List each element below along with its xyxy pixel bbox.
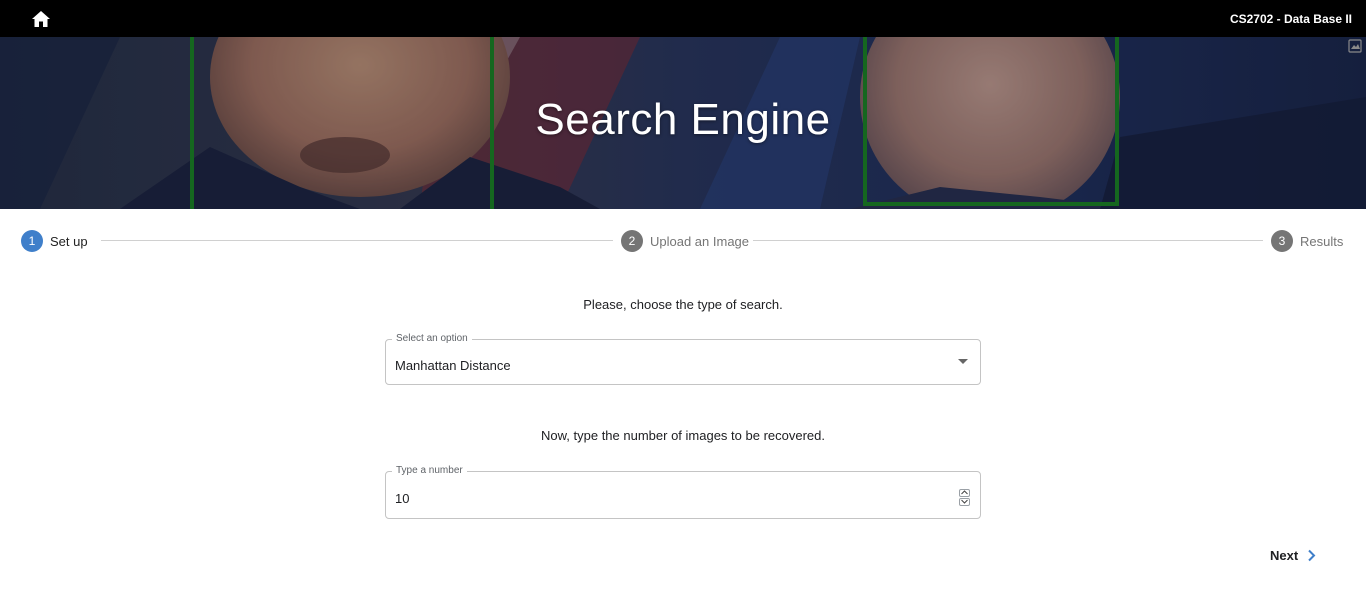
decrement-button[interactable] <box>958 497 970 506</box>
step-connector <box>101 240 613 241</box>
stepper: 1 Set up 2 Upload an Image 3 Results <box>0 209 1366 273</box>
step-number: 2 <box>621 230 643 252</box>
search-type-prompt: Please, choose the type of search. <box>583 297 783 312</box>
step-number: 3 <box>1271 230 1293 252</box>
image-count-input[interactable]: Type a number 10 <box>385 465 981 519</box>
step-set-up[interactable]: 1 Set up <box>21 230 88 252</box>
select-value: Manhattan Distance <box>395 358 511 373</box>
hero-banner: Search Engine <box>0 37 1366 209</box>
chevron-right-icon <box>1308 549 1316 561</box>
search-type-select[interactable]: Select an option Manhattan Distance <box>385 333 981 385</box>
step-results[interactable]: 3 Results <box>1271 230 1343 252</box>
input-label: Type a number <box>392 465 467 476</box>
select-label: Select an option <box>392 333 472 344</box>
dropdown-arrow-icon[interactable] <box>958 359 968 364</box>
home-icon <box>32 10 50 27</box>
next-button[interactable]: Next <box>1262 541 1324 569</box>
chevron-up-icon <box>960 490 968 495</box>
step-label: Upload an Image <box>650 233 750 249</box>
chevron-down-icon <box>960 499 968 504</box>
step-upload-image[interactable]: 2 Upload an Image <box>621 230 749 252</box>
step-connector <box>753 240 1263 241</box>
hero-title: Search Engine <box>535 95 831 144</box>
next-label: Next <box>1270 547 1299 563</box>
step-label: Set up <box>50 233 88 249</box>
step-number: 1 <box>21 230 43 252</box>
input-value: 10 <box>395 491 410 506</box>
course-title: CS2702 - Data Base II <box>1229 11 1352 26</box>
image-icon[interactable] <box>1348 39 1362 53</box>
number-spinner[interactable] <box>958 488 970 506</box>
step-label: Results <box>1300 233 1344 249</box>
image-count-prompt: Now, type the number of images to be rec… <box>541 428 825 443</box>
increment-button[interactable] <box>958 488 970 497</box>
home-button[interactable] <box>23 1 59 37</box>
top-app-bar: CS2702 - Data Base II <box>0 0 1366 37</box>
